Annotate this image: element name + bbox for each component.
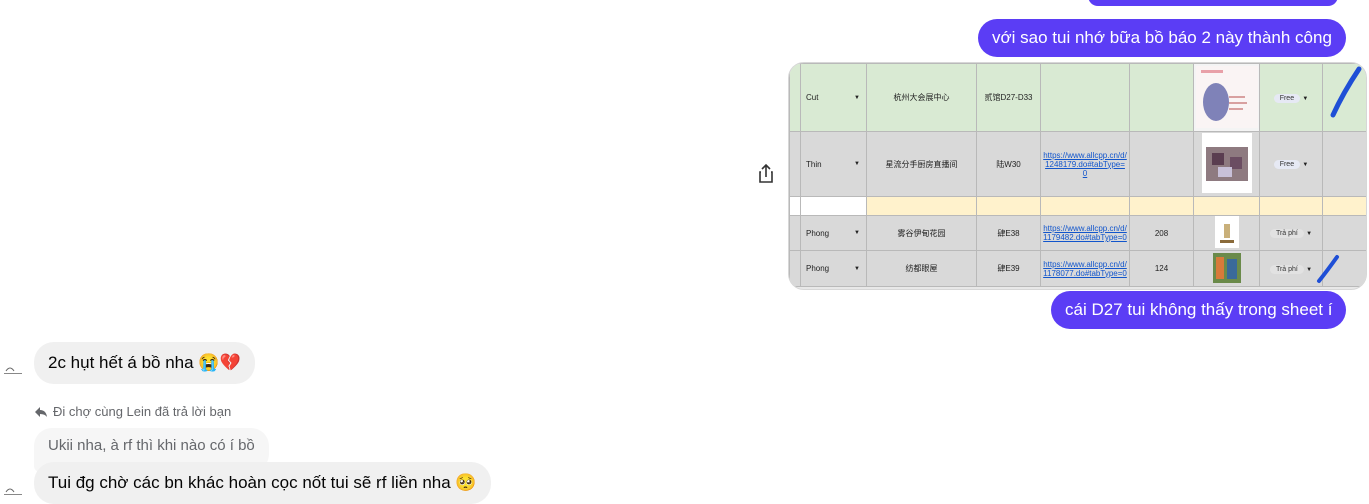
product-thumbnail [1212, 252, 1241, 283]
avatar[interactable] [0, 355, 26, 381]
dropdown-arrow-icon: ▼ [854, 94, 860, 101]
row-booth: 贰馆D27-D33 [976, 63, 1041, 132]
sent-message-bubble[interactable]: với sao tui nhớ bữa bồ báo 2 này thành c… [978, 19, 1346, 57]
message-text: Tui đg chờ các bn khác hoàn cọc nốt tui … [48, 473, 477, 492]
row-shop: 雾谷伊甸花园 [866, 215, 977, 251]
row-name: Phong [806, 228, 830, 238]
row-shop: 纺都眼屋 [866, 250, 977, 287]
check-mark-icon [1317, 255, 1339, 283]
product-thumbnail [1196, 65, 1258, 128]
spreadsheet-image[interactable]: Cut ▼ 杭州大会展中心 贰馆D27-D33 Free ▼ Thin ▼ 星流… [788, 62, 1367, 290]
received-message-bubble[interactable]: 2c hụt hết á bồ nha 😭💔 [34, 342, 255, 384]
check-mark-icon [1330, 66, 1362, 118]
received-message-bubble[interactable]: Tui đg chờ các bn khác hoàn cọc nốt tui … [34, 462, 491, 504]
product-thumbnail [1201, 133, 1252, 193]
status-badge: Trả phí [1269, 264, 1304, 274]
reply-icon [35, 406, 47, 417]
status-badge: Free [1273, 93, 1301, 103]
dropdown-arrow-icon: ▼ [1302, 162, 1309, 168]
dropdown-arrow-icon: ▼ [1302, 95, 1309, 102]
share-icon[interactable] [756, 163, 776, 185]
booth-link[interactable]: https://www.allcpp.cn/d/1178077.do#tabTy… [1043, 260, 1127, 278]
row-shop: 星流分手厨房直播间 [866, 131, 977, 197]
status-badge: Free [1273, 160, 1301, 169]
dropdown-arrow-icon: ▼ [854, 265, 860, 272]
message-text: với sao tui nhớ bữa bồ báo 2 này thành c… [992, 28, 1332, 47]
row-name: Cut [806, 93, 819, 102]
booth-link[interactable]: https://www.allcpp.cn/d/1248179.do#tabTy… [1043, 151, 1127, 178]
row-qty [1129, 131, 1194, 197]
reply-note-text: Đi chợ cùng Lein đã trả lời bạn [53, 404, 232, 419]
reply-indicator: Đi chợ cùng Lein đã trả lời bạn [34, 404, 231, 419]
product-thumbnail [1214, 216, 1239, 248]
sheet-row: Cut ▼ 杭州大会展中心 贰馆D27-D33 Free ▼ [789, 63, 1366, 132]
message-text: cái D27 tui không thấy trong sheet í [1065, 300, 1333, 319]
message-text: 2c hụt hết á bồ nha 😭💔 [48, 353, 241, 372]
row-shop: 杭州大会展中心 [866, 63, 977, 132]
sheet-row: Phong ▼ 纺都眼屋 肆E39 https://www.allcpp.cn/d… [789, 250, 1366, 287]
avatar[interactable] [0, 476, 26, 502]
quoted-message-text: Ukii nha, à rf thì khi nào có í bồ [48, 437, 255, 454]
booth-link[interactable]: https://www.allcpp.cn/d/1179482.do#tabTy… [1043, 224, 1127, 242]
dropdown-arrow-icon: ▼ [854, 161, 860, 167]
dropdown-arrow-icon: ▼ [1306, 266, 1313, 273]
row-booth: 陆W30 [976, 131, 1041, 197]
row-name: Phong [806, 264, 830, 273]
row-booth: 肆E38 [976, 215, 1041, 251]
row-booth: 肆E39 [976, 250, 1041, 287]
sheet-row [789, 196, 1366, 216]
dropdown-arrow-icon: ▼ [854, 230, 860, 236]
row-qty: 124 [1129, 250, 1194, 287]
row-qty: 208 [1129, 215, 1194, 251]
sheet-row: Phong ▼ 雾谷伊甸花园 肆E38 https://www.allcpp.cn… [789, 215, 1366, 251]
sent-message-bubble-partial[interactable] [1088, 0, 1338, 6]
sent-message-bubble[interactable]: cái D27 tui không thấy trong sheet í [1051, 291, 1347, 329]
dropdown-arrow-icon: ▼ [1306, 231, 1313, 237]
row-name: Thin [806, 159, 822, 169]
sheet-row: Thin ▼ 星流分手厨房直播间 陆W30 https://www.allcpp.… [789, 131, 1366, 197]
status-badge: Trả phí [1269, 229, 1304, 238]
